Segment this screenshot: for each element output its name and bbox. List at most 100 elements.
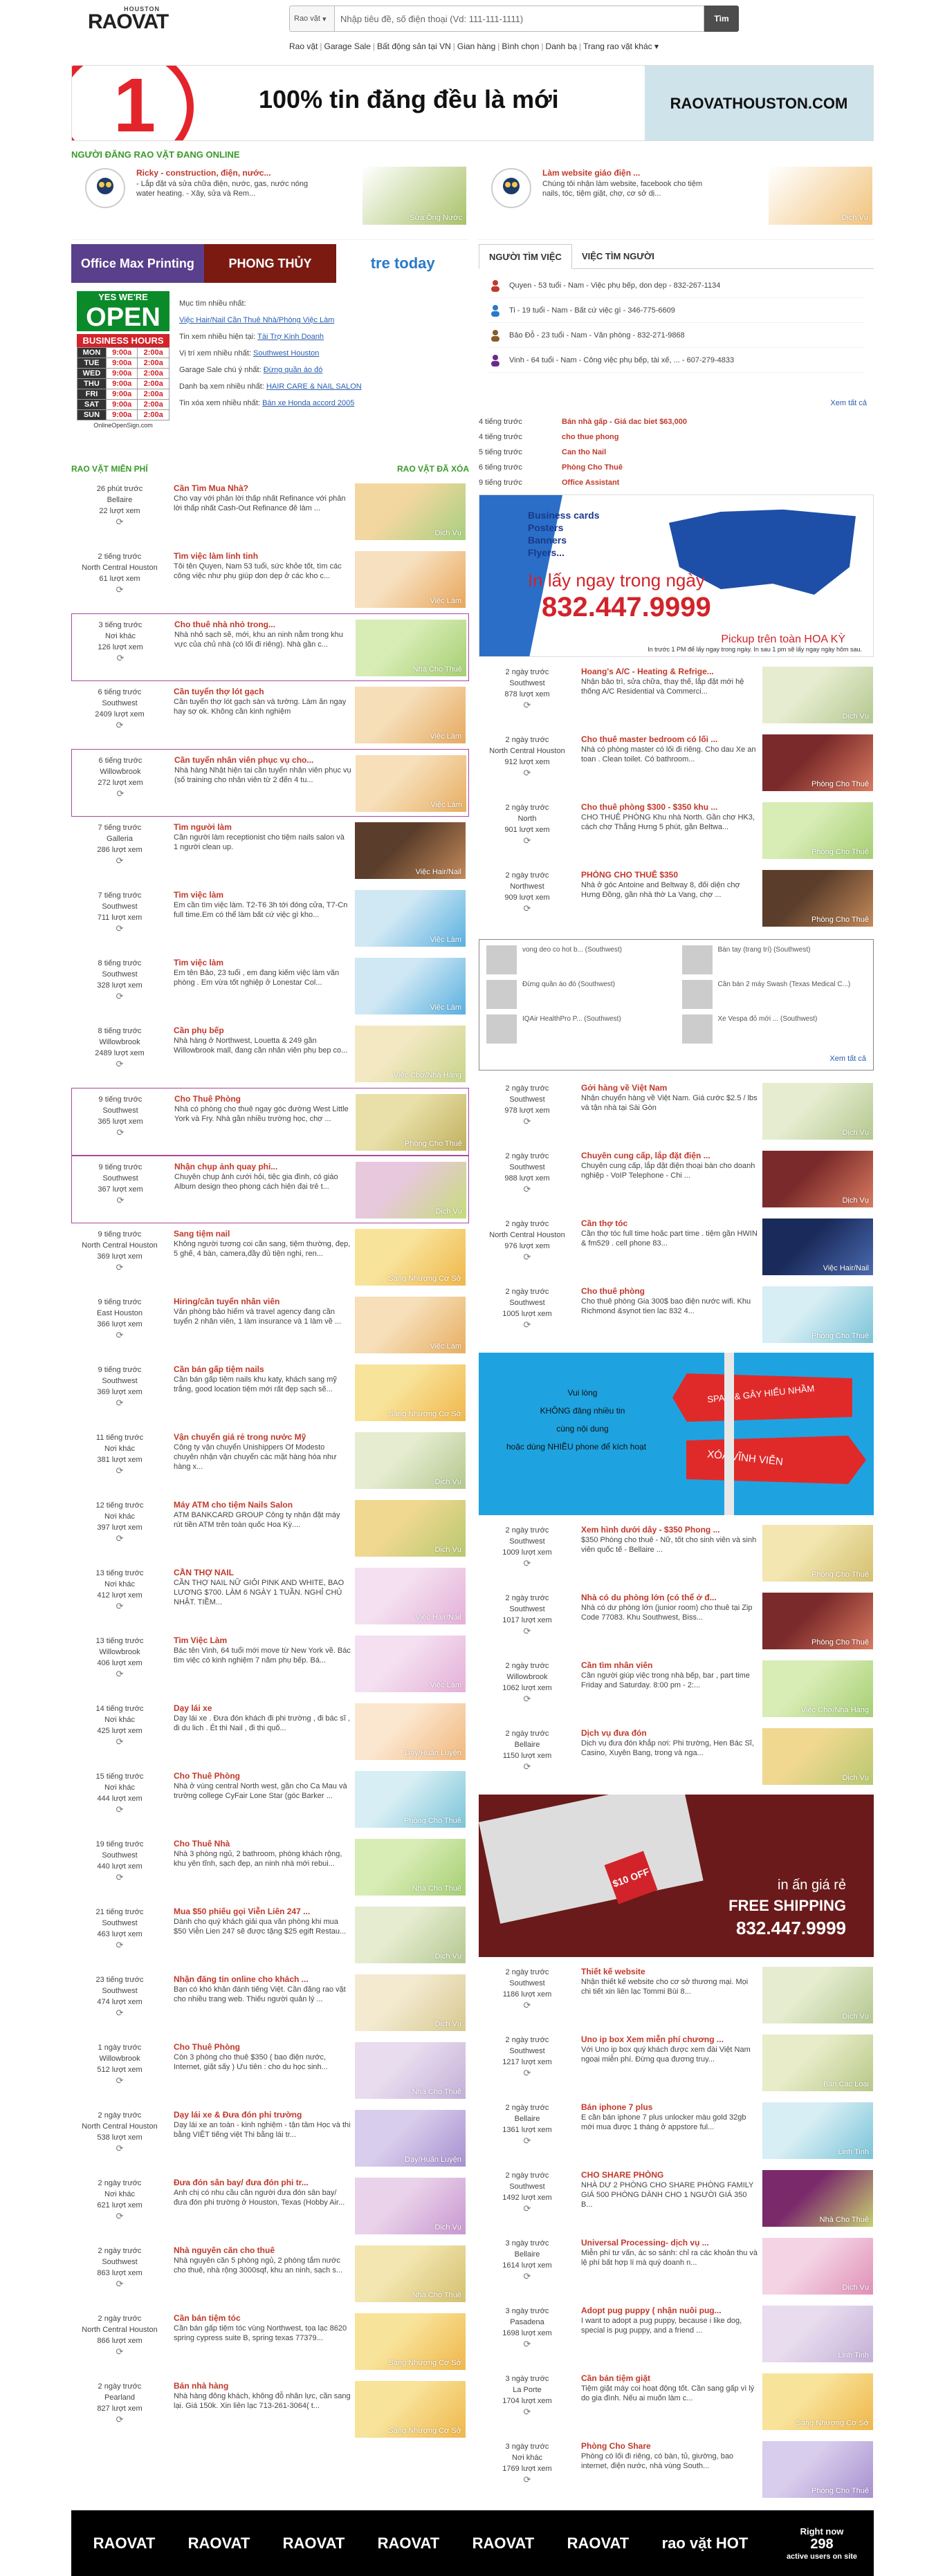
nav-link[interactable]: Bình chọn [502,41,539,51]
ad-title[interactable]: Hiring/cần tuyển nhân viên [174,1297,351,1307]
ad-item[interactable]: 21 tiếng trước Southwest 463 lượt xem ⟳ Mua … [71,1901,469,1969]
site-logo[interactable]: HOUSTON RAOVAT [88,6,171,33]
footer-logo[interactable]: rao vặt HOT [662,2535,749,2552]
ad-title[interactable]: Cần tuyển thợ lót gạch [174,687,351,697]
ad-thumb[interactable]: Sang Nhượng Cơ Sở [355,1364,466,1421]
ad-title[interactable]: Tìm việc làm [174,958,351,968]
ad-item[interactable]: 2 ngày trước Willowbrook 1062 lượt xem ⟳ Cần… [479,1655,874,1723]
garage-item[interactable]: Đừng quần áo đó (Southwest) [486,980,671,1009]
ad-item[interactable]: 3 tiếng trước Nơi khác 126 lượt xem ⟳ Cho th… [71,613,469,681]
ad-thumb[interactable]: Phòng Cho Thuê [762,2441,873,2498]
ad-title[interactable]: CẦN THỢ NAIL [174,1568,351,1578]
footer-logo[interactable]: RAOVAT [283,2535,345,2552]
removed-item-compact[interactable]: 4 tiếng trước cho thue phong [479,429,874,445]
ad-title[interactable]: Cần thợ tóc [581,1218,758,1229]
ad-item[interactable]: 12 tiếng trước Nơi khác 397 lượt xem ⟳ Máy A… [71,1494,469,1562]
removed-item-compact[interactable]: 4 tiếng trước Bán nhà gấp - Giá dac biet … [479,414,874,429]
nav-link[interactable]: Gian hàng [457,41,495,51]
footer-logo[interactable]: RAOVAT [567,2535,630,2552]
ad-thumb[interactable]: Dịch Vụ [762,1728,873,1785]
ad-item[interactable]: 9 tiếng trước Southwest 367 lượt xem ⟳ Nhận … [71,1156,469,1223]
ad-item[interactable]: 2 tiếng trước North Central Houston 61 lượ… [71,546,469,613]
ad-item[interactable]: 9 tiếng trước East Houston 366 lượt xem ⟳ Hi… [71,1291,469,1359]
footer-logo[interactable]: RAOVAT [472,2535,535,2552]
ad-thumb[interactable]: Việc Làm [355,1297,466,1353]
ad-item[interactable]: 8 tiếng trước Willowbrook 2489 lượt xem ⟳ Cầ… [71,1020,469,1088]
ad-thumb[interactable]: Việc Làm [355,890,466,947]
stat-value-link[interactable]: Việc Hair/Nail Cần Thuê Nhà/Phòng Việc L… [179,316,334,324]
ad-title[interactable]: Phòng Cho Share [581,2441,758,2452]
job-seeker-item[interactable]: Quyen - 53 tuổi - Nam - Việc phụ bếp, do… [488,273,864,298]
ad-item[interactable]: 2 ngày trước Southwest 978 lượt xem ⟳ Gởi hà… [479,1077,874,1145]
ad-title[interactable]: Đưa đón sân bay/ đưa đón phi tr... [174,2178,351,2188]
ad-title[interactable]: Tìm việc làm linh tinh [174,551,351,562]
nav-link[interactable]: Trang rao vặt khác [583,41,652,51]
ad-title[interactable]: Cần phụ bếp [174,1026,351,1036]
nav-link[interactable]: Bất động sản tại VN [377,41,451,51]
ad-thumb[interactable]: Dịch Vụ [355,1907,466,1963]
stat-value-link[interactable]: Bán xe Honda accord 2005 [262,399,354,407]
ad-title[interactable]: Nhà nguyên căn cho thuê [174,2245,351,2256]
ad-thumb[interactable]: Sang Nhượng Cơ Sở [355,1229,466,1286]
ad-title[interactable]: Dạy lái xe & Đưa đón phi trường [174,2110,351,2120]
ad-title[interactable]: Cho thuê phòng $300 - $350 khu ... [581,802,758,813]
nav-link[interactable]: Danh bạ [546,41,577,51]
ad-thumb[interactable]: Việc Chợ/Nhà Hàng [355,1026,466,1082]
ad-title[interactable]: Adopt pug puppy ( nhận nuôi pug... [581,2306,758,2316]
stat-value-link[interactable]: HAIR CARE & NAIL SALON [266,382,362,391]
online-item-thumb[interactable]: Sửa Ống Nước [363,167,466,225]
ad-item[interactable]: 2 ngày trước Nơi khác 621 lượt xem ⟳ Đưa đón… [71,2172,469,2240]
ad-thumb[interactable]: Dịch Vụ [762,667,873,723]
ad-item[interactable]: 2 ngày trước North Central Houston 866 lượ… [71,2308,469,2375]
ad-thumb[interactable]: Việc Hair/Nail [762,1218,873,1275]
ad-title[interactable]: Nhận chụp ảnh quay phi... [174,1162,351,1172]
ad-thumb[interactable]: Việc Chợ/Nhà Hàng [762,1660,873,1717]
ad-title[interactable]: Tìm người làm [174,822,351,833]
stat-value-link[interactable]: Southwest Houston [253,349,319,358]
promo-banner[interactable]: 1 100% tin đăng đều là mới RAOVATHOUSTON… [71,65,874,141]
ad-item[interactable]: 2 ngày trước Southwest 1186 lượt xem ⟳ Thiết… [479,1961,874,2029]
ad-item[interactable]: 2 ngày trước Northwest 909 lượt xem ⟳ PHÒNG … [479,864,874,932]
ad-item[interactable]: 2 ngày trước North Central Houston 912 lượ… [479,729,874,797]
ad-title[interactable]: Tìm Việc Làm [174,1636,351,1646]
ad-thumb[interactable]: Dịch Vụ [355,1432,466,1489]
footer-logo[interactable]: RAOVAT [378,2535,440,2552]
jobs-see-all-link[interactable]: Xem tất cả [479,399,874,407]
ad-item[interactable]: 2 ngày trước Southwest 1009 lượt xem ⟳ Xem h… [479,1519,874,1587]
ad-title[interactable]: Cho Thuê Phòng [174,1094,351,1104]
brand-tre-today[interactable]: tre today [336,244,470,283]
ad-item[interactable]: 9 tiếng trước Southwest 365 lượt xem ⟳ Cho T… [71,1088,469,1156]
stat-value-link[interactable]: Đừng quần áo đó [264,366,323,374]
open-sign[interactable]: YES WE'RE OPEN BUSINESS HOURS MON 9:00a 2:… [71,288,175,454]
footer-logo[interactable]: RAOVAT [188,2535,250,2552]
ad-item[interactable]: 13 tiếng trước Willowbrook 406 lượt xem ⟳ Tì… [71,1630,469,1698]
ad-item[interactable]: 2 ngày trước Southwest 1005 lượt xem ⟳ Cho t… [479,1281,874,1349]
ad-item[interactable]: 2 ngày trước Bellaire 1150 lượt xem ⟳ Dịch v… [479,1723,874,1790]
ad-item[interactable]: 2 ngày trước Southwest 863 lượt xem ⟳ Nhà ng… [71,2240,469,2308]
ad-thumb[interactable]: Phòng Cho Thuê [762,1593,873,1649]
online-item-title[interactable]: Làm website giáo điện ... [542,168,715,178]
ad-item[interactable]: 14 tiếng trước Nơi khác 425 lượt xem ⟳ Dạy l… [71,1698,469,1766]
garage-item[interactable]: Xe Vespa đỏ mới ... (Southwest) [681,1014,867,1044]
ad-item[interactable]: 6 tiếng trước Southwest 2409 lượt xem ⟳ Cần … [71,681,469,749]
ad-title[interactable]: Cho thuê master bedroom có lối ... [581,734,758,745]
ad-title[interactable]: Cho Thuê Phòng [174,1771,351,1781]
ad-thumb[interactable]: Nhà Cho Thuê [762,2170,873,2227]
ad-thumb[interactable]: Phòng Cho Thuê [762,1286,873,1343]
garage-item[interactable]: IQAir HealthPro P... (Southwest) [486,1014,671,1044]
ad-title[interactable]: Gởi hàng về Việt Nam [581,1083,758,1093]
ad-item[interactable]: 2 ngày trước North Central Houston 976 lượ… [479,1213,874,1281]
ad-title[interactable]: Thiết kế website [581,1967,758,1977]
ad-item[interactable]: 23 tiếng trước Southwest 474 lượt xem ⟳ Nhận… [71,1969,469,2037]
ad-thumb[interactable]: Việc Làm [355,687,466,743]
garage-item[interactable]: Bàn tay (trang trí) (Southwest) [681,945,867,974]
ad-title[interactable]: CHO SHARE PHÒNG [581,2170,758,2180]
job-seeker-item[interactable]: Ti - 19 tuổi - Nam - Bất cứ việc gì - 34… [488,298,864,323]
ad-item[interactable]: 6 tiếng trước Willowbrook 272 lượt xem ⟳ Cần… [71,749,469,817]
garage-item[interactable]: Cần bán 2 máy Swash (Texas Medical C...) [681,980,867,1009]
ad-item[interactable]: 2 ngày trước Bellaire 1361 lượt xem ⟳ Bán ip… [479,2097,874,2165]
ad-item[interactable]: 7 tiếng trước Southwest 711 lượt xem ⟳ Tìm v… [71,884,469,952]
ad-title[interactable]: Universal Processing- dịch vụ ... [581,2238,758,2248]
ad-item[interactable]: 2 ngày trước North Central Houston 538 lượ… [71,2104,469,2172]
ad-thumb[interactable]: Việc Hair/Nail [355,822,466,879]
